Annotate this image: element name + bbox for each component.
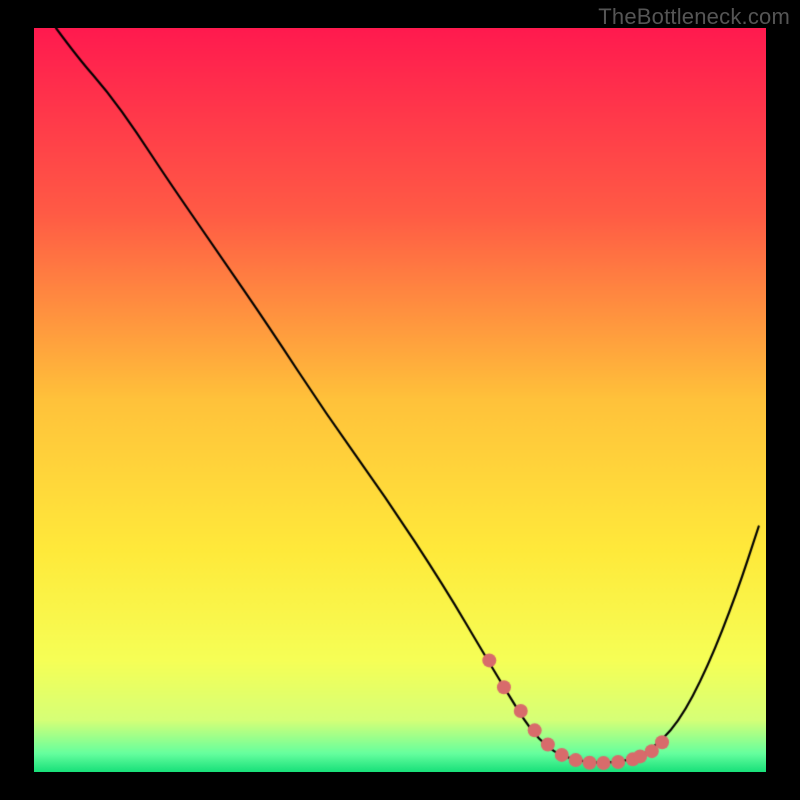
plot-area: [34, 28, 766, 772]
watermark-text: TheBottleneck.com: [598, 4, 790, 30]
curve-layer: [34, 28, 766, 772]
chart-frame: TheBottleneck.com: [0, 0, 800, 800]
